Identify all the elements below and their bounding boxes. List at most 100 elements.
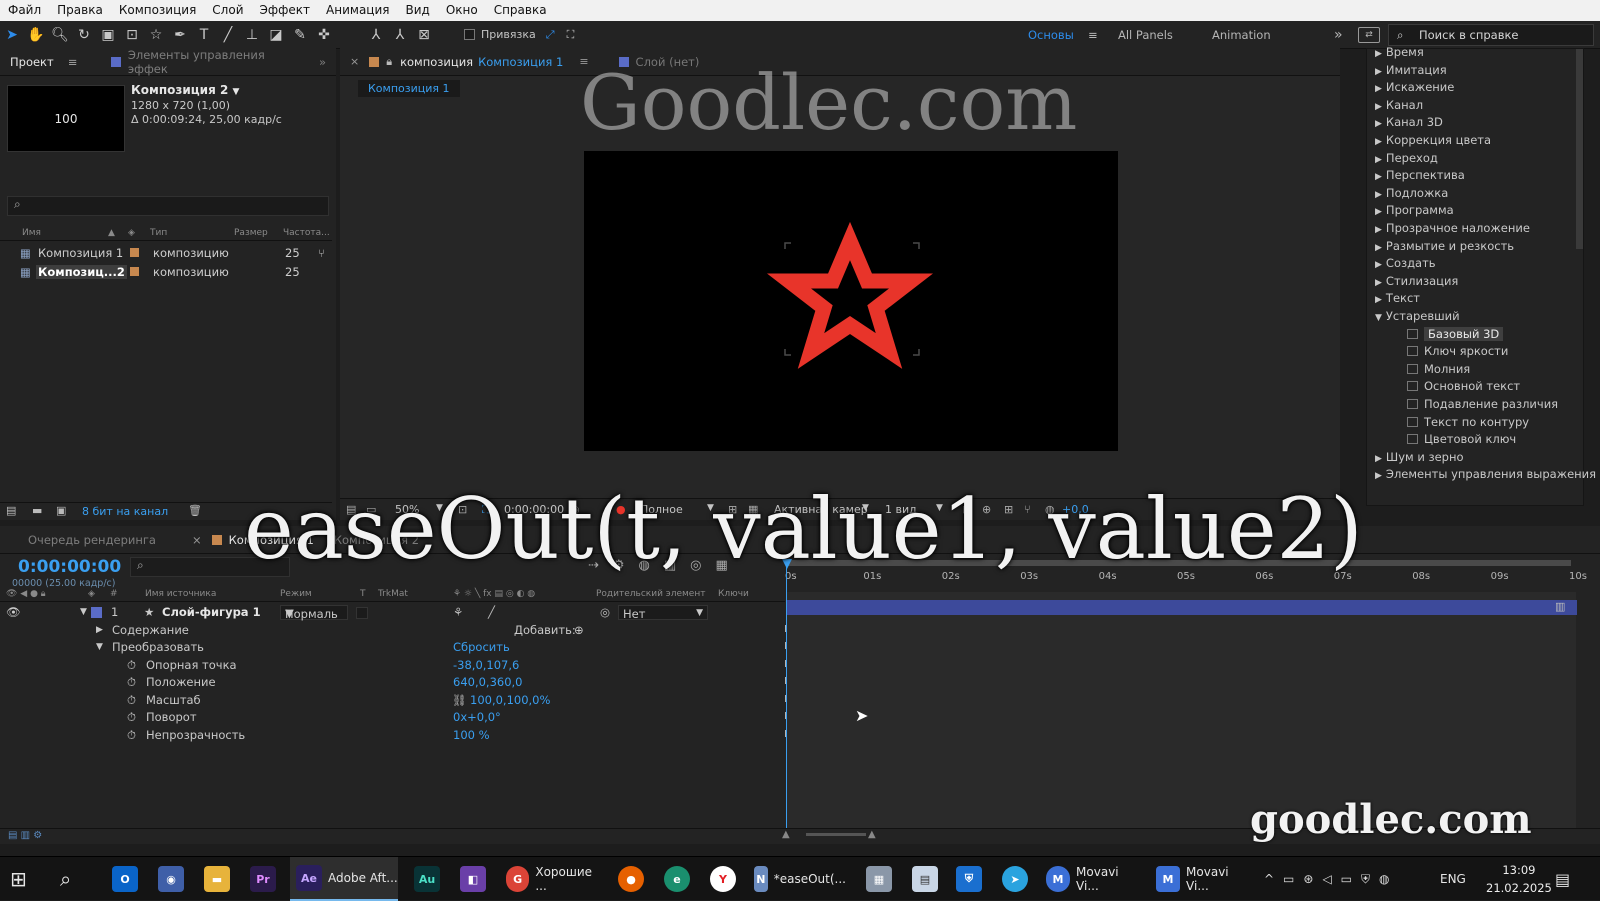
rotate-tool-icon[interactable]: ↻ — [72, 24, 96, 46]
current-time-display[interactable]: 0:00:00:00 — [18, 557, 121, 577]
snap-edges-icon[interactable]: ⤢ — [546, 28, 555, 42]
constrain-proportions-icon[interactable]: ⛓︎ — [452, 693, 467, 707]
twirl-open-icon[interactable]: ▼ — [96, 642, 103, 652]
document-icon[interactable]: ▤ — [906, 857, 944, 901]
project-row[interactable]: ▦ Композиц...2 композицию 25 — [0, 263, 332, 282]
menu-edit[interactable]: Правка — [49, 0, 111, 21]
visual-studio-icon[interactable]: ◧ — [454, 857, 492, 901]
sort-icon[interactable]: ▲ — [108, 228, 115, 238]
effect-item[interactable]: Основной текст — [1407, 379, 1520, 393]
effects-scrollbar[interactable] — [1576, 49, 1583, 249]
effect-category[interactable]: ▶ Программа — [1375, 203, 1454, 217]
layer-switches-toggle-icon[interactable]: ▤ ▥ ⚙ — [8, 830, 42, 841]
effect-category[interactable]: ▶ Коррекция цвета — [1375, 133, 1491, 147]
property-row[interactable]: ⏱︎ Масштаб ⛓︎ 100,0,100,0% — [0, 692, 785, 709]
axis-view-icon[interactable]: ⊠ — [412, 24, 436, 46]
zoom-tool-icon[interactable]: 🔍︎ — [48, 24, 72, 46]
reset-button[interactable]: Сбросить — [453, 640, 510, 654]
effect-category[interactable]: ▶ Искажение — [1375, 80, 1454, 94]
effect-category[interactable]: ▶ Переход — [1375, 151, 1438, 165]
property-value[interactable]: 0x+0,0° — [453, 710, 501, 724]
snap-toggle[interactable]: Привязка ⤢ ⛶ — [464, 28, 574, 42]
stopwatch-icon[interactable]: ⏱︎ — [127, 693, 136, 708]
snap-features-icon[interactable]: ⛶ — [567, 28, 575, 42]
effect-category[interactable]: ▶ Текст — [1375, 291, 1420, 305]
hand-tool-icon[interactable]: ✋ — [24, 24, 48, 46]
taskbar-app[interactable]: M Movavi Vi... — [1040, 857, 1140, 901]
pan-behind-tool-icon[interactable]: ⊡ — [120, 24, 144, 46]
effect-category[interactable]: ▼ Устаревший — [1375, 309, 1460, 323]
effect-category[interactable]: ▶ Канал — [1375, 98, 1423, 112]
property-value[interactable]: 100 % — [453, 728, 490, 742]
zoom-in-icon[interactable]: ▲ — [868, 829, 876, 840]
start-button-icon[interactable]: ⊞ — [10, 857, 27, 901]
bit-depth-button[interactable]: 8 бит на канал — [82, 505, 168, 518]
input-language[interactable]: ENG — [1440, 857, 1466, 901]
breadcrumb[interactable]: Композиция 1 — [358, 80, 460, 97]
column-size[interactable]: Размер — [234, 228, 268, 238]
playhead[interactable] — [786, 560, 787, 828]
system-tray-icons[interactable]: ^▭⊛◁▭⛨◍ — [1264, 857, 1399, 901]
puppet-tool-icon[interactable]: ✜ — [312, 24, 336, 46]
transform-group[interactable]: ▼ Преобразовать Сбросить — [0, 639, 785, 656]
tab-project[interactable]: Проект ≡ — [0, 48, 87, 76]
telegram-icon[interactable]: ➤ — [996, 857, 1034, 901]
roto-brush-tool-icon[interactable]: ✎ — [288, 24, 312, 46]
taskbar-app[interactable]: N *easeOut(... — [748, 857, 846, 901]
new-folder-icon[interactable]: ▬ — [32, 504, 42, 517]
timeline-tracks[interactable]: ▥ IIIIIII — [784, 592, 1577, 828]
effect-item[interactable]: Базовый 3D — [1407, 326, 1504, 341]
type-tool-icon[interactable]: T — [192, 24, 216, 46]
shape-layer-star[interactable] — [584, 151, 1118, 451]
stopwatch-icon[interactable]: ⏱︎ — [127, 675, 136, 690]
property-row[interactable]: ⏱︎ Поворот 0x+0,0° — [0, 709, 785, 726]
effect-item[interactable]: Подавление различия — [1407, 397, 1558, 411]
delete-icon[interactable]: 🗑︎ — [188, 504, 202, 517]
firefox-icon[interactable]: ● — [612, 857, 650, 901]
tab-render-queue[interactable]: Очередь рендеринга — [18, 526, 166, 554]
selection-tool-icon[interactable]: ➤ — [0, 24, 24, 46]
stopwatch-icon[interactable]: ⏱︎ — [127, 658, 136, 673]
property-value[interactable]: -38,0,107,6 — [453, 658, 519, 672]
effect-category[interactable]: ▶ Имитация — [1375, 63, 1447, 77]
yandex-icon[interactable]: Y — [704, 857, 742, 901]
zoom-slider[interactable] — [806, 833, 866, 836]
effect-category[interactable]: ▶ Размытие и резкость — [1375, 239, 1514, 253]
property-value[interactable]: 100,0,100,0% — [470, 693, 550, 707]
menu-file[interactable]: Файл — [0, 0, 49, 21]
effect-category[interactable]: ▶ Канал 3D — [1375, 115, 1443, 129]
interpret-footage-icon[interactable]: ▤ — [6, 504, 16, 517]
tab-composition-1[interactable]: Композиция 1 — [478, 55, 563, 69]
lock-icon[interactable]: 🔒︎ — [386, 55, 392, 69]
menu-animation[interactable]: Анимация — [318, 0, 397, 21]
defender-icon[interactable]: ⛨ — [950, 857, 988, 901]
parent-select[interactable]: Нет ▼ — [618, 605, 708, 621]
clone-stamp-tool-icon[interactable]: ⊥ — [240, 24, 264, 46]
preserve-transparency-checkbox[interactable] — [356, 607, 368, 619]
visibility-icon[interactable]: 👁︎ — [6, 605, 21, 619]
effect-category[interactable]: ▶ Создать — [1375, 256, 1436, 270]
axis-world-icon[interactable]: ⅄ — [388, 24, 412, 46]
blend-mode-select[interactable]: Нормаль ▼ — [280, 605, 348, 621]
effect-category[interactable]: ▶ Перспектива — [1375, 168, 1465, 182]
sync-settings-icon[interactable]: ⇄ — [1358, 27, 1380, 43]
audition-icon[interactable]: Au — [408, 857, 446, 901]
effect-category[interactable]: ▶ Элементы управления выражения — [1375, 467, 1596, 481]
property-row[interactable]: ⏱︎ Положение 640,0,360,0 — [0, 674, 785, 691]
taskbar-app[interactable]: Ae Adobe Aft... — [290, 857, 398, 901]
effect-item[interactable]: Молния — [1407, 362, 1470, 376]
zoom-out-icon[interactable]: ▲ — [782, 829, 790, 840]
effect-category[interactable]: ▶ Стилизация — [1375, 274, 1458, 288]
help-search-input[interactable]: ⌕ Поиск в справке — [1388, 24, 1594, 46]
effect-category[interactable]: ▶ Время — [1375, 45, 1424, 59]
browser-icon[interactable]: ◉ — [152, 857, 190, 901]
stopwatch-icon[interactable]: ⏱︎ — [127, 710, 136, 725]
workspace-all-panels[interactable]: All Panels — [1118, 21, 1173, 49]
menu-composition[interactable]: Композиция — [111, 0, 204, 21]
column-type[interactable]: Тип — [150, 228, 167, 238]
effect-category[interactable]: ▶ Шум и зерно — [1375, 450, 1464, 464]
menu-view[interactable]: Вид — [397, 0, 437, 21]
edge-icon[interactable]: e — [658, 857, 696, 901]
property-row[interactable]: ⏱︎ Непрозрачность 100 % — [0, 727, 785, 744]
pick-whip-icon[interactable]: ◎ — [600, 605, 610, 619]
